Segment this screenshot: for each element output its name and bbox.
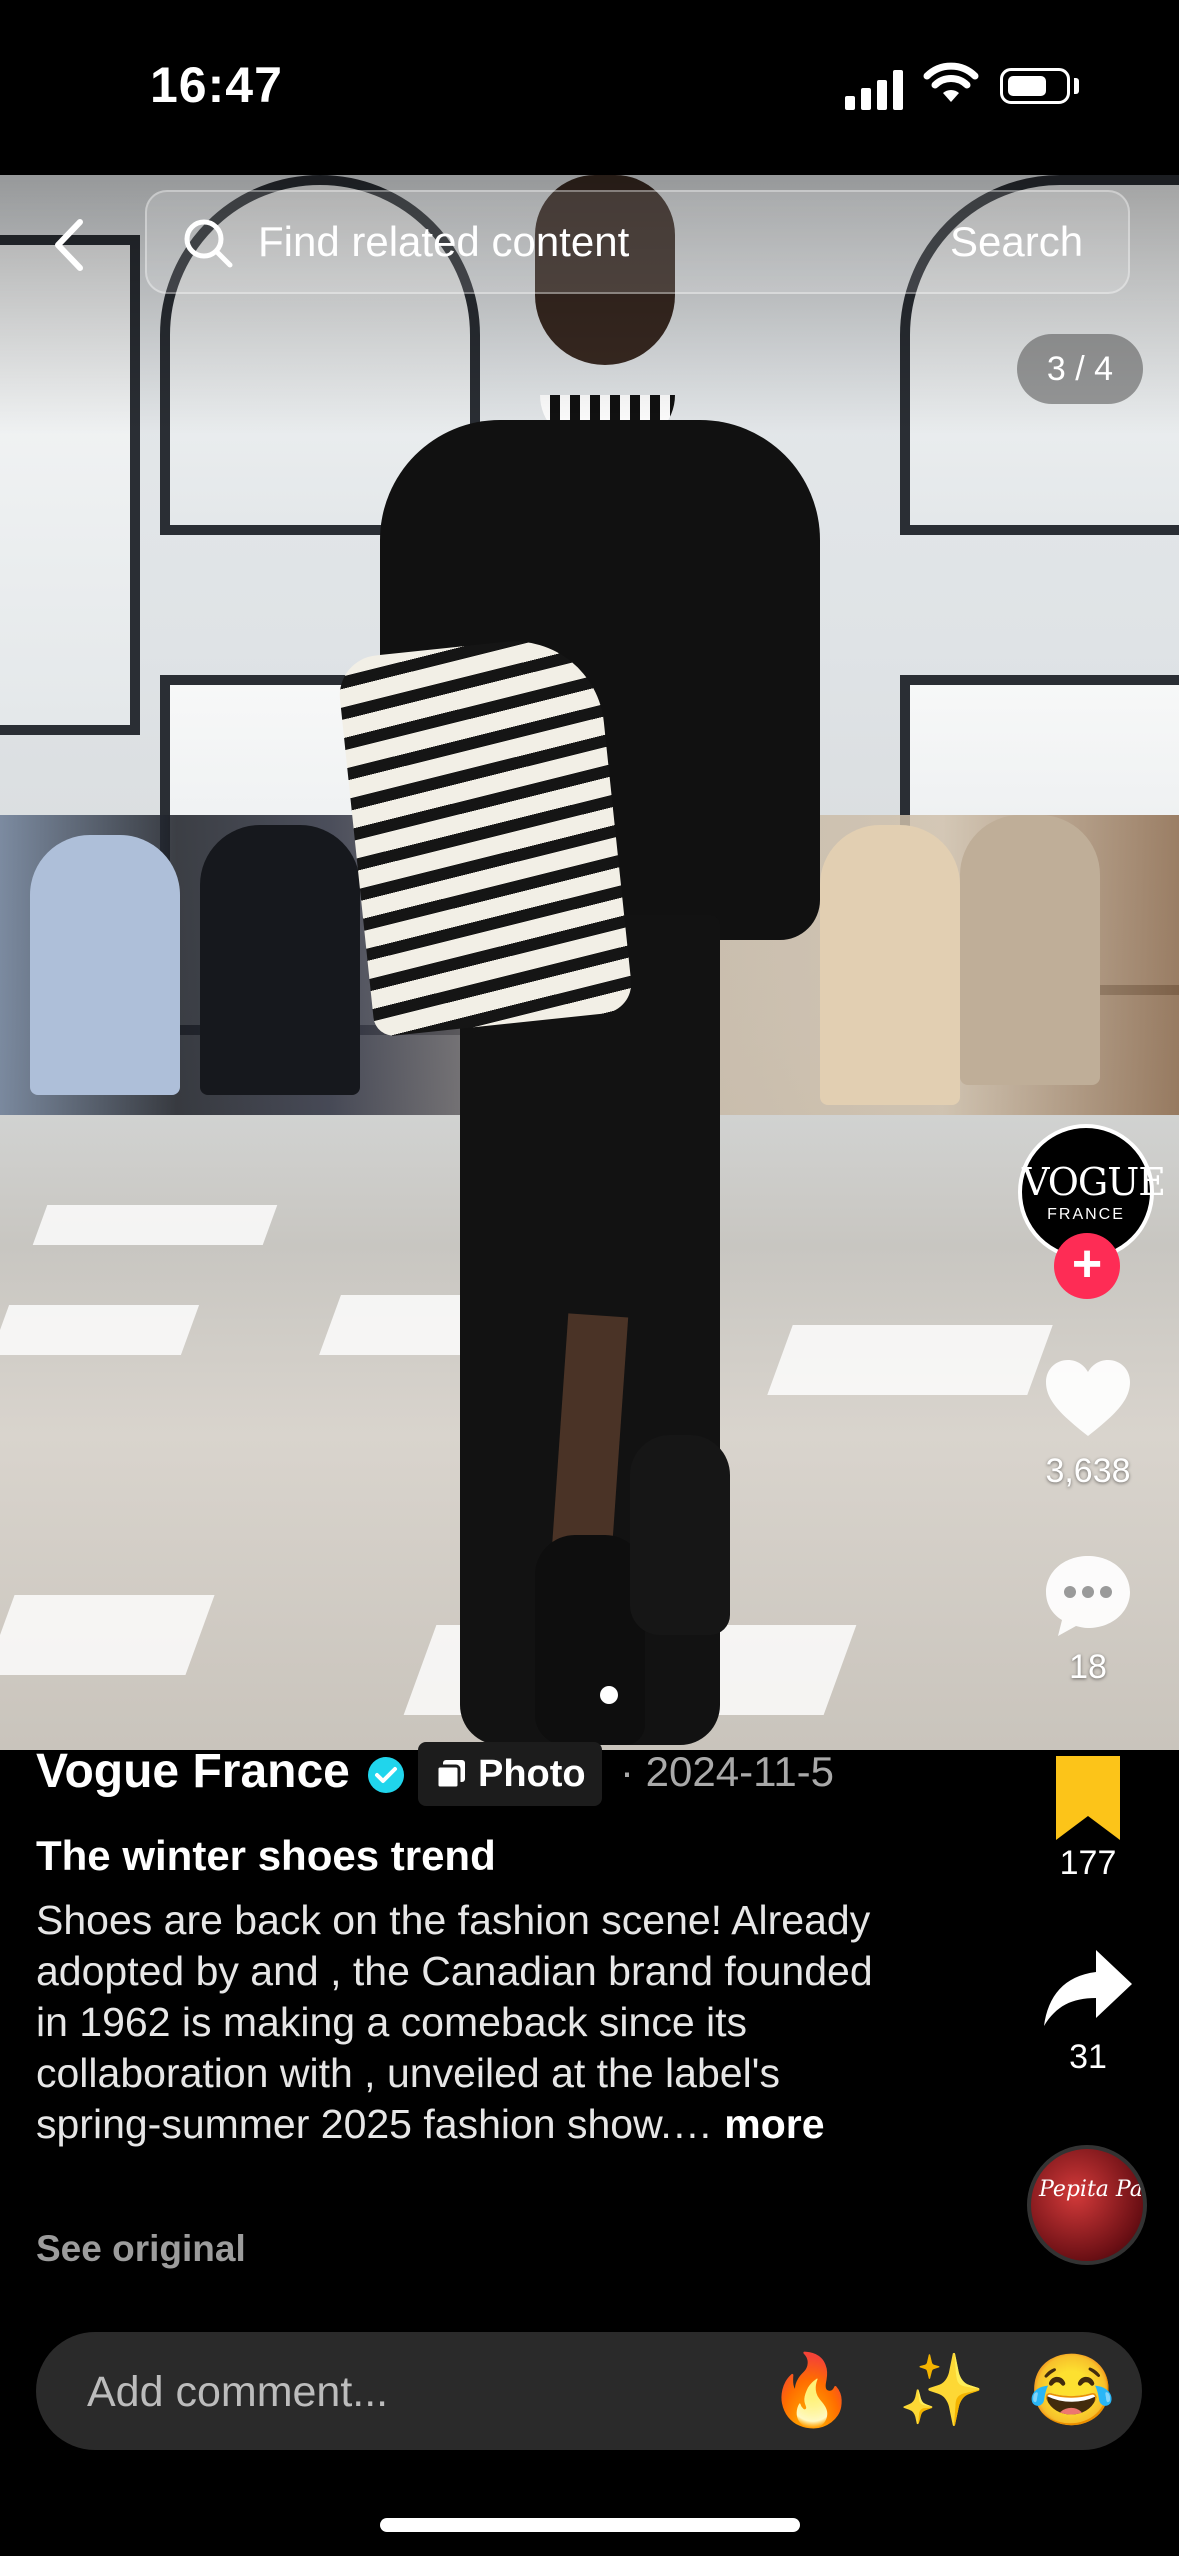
more-link[interactable]: more bbox=[724, 2101, 824, 2147]
follow-button[interactable]: + bbox=[1054, 1233, 1120, 1299]
verified-badge-icon bbox=[368, 1757, 404, 1793]
photo-icon bbox=[435, 1760, 465, 1790]
model-boot bbox=[630, 1435, 730, 1635]
post-date: · 2024-11-5 bbox=[620, 1748, 835, 1795]
audience-person bbox=[200, 825, 360, 1095]
music-disc-avatar[interactable]: Pepita Pa bbox=[1027, 2145, 1147, 2265]
heart-icon[interactable] bbox=[1040, 1352, 1136, 1448]
audience-person bbox=[960, 815, 1100, 1085]
post-title: The winter shoes trend bbox=[36, 1832, 496, 1879]
battery-nub bbox=[1074, 78, 1079, 94]
fire-emoji-button[interactable]: 🔥 bbox=[768, 2342, 855, 2438]
search-input[interactable]: Find related content bbox=[258, 218, 629, 266]
wifi-icon bbox=[923, 62, 979, 102]
music-avatar-text: Pepita Pa bbox=[1039, 2177, 1143, 2202]
like-count: 3,638 bbox=[1045, 1452, 1131, 1490]
avatar-logo-text: VOGUE bbox=[1022, 1160, 1166, 1204]
search-icon bbox=[184, 219, 233, 268]
status-time: 16:47 bbox=[150, 57, 283, 113]
audience-person bbox=[820, 825, 960, 1105]
comment-icon[interactable] bbox=[1040, 1548, 1136, 1644]
battery-icon bbox=[1000, 68, 1070, 104]
save-count: 177 bbox=[1059, 1844, 1117, 1882]
share-count: 31 bbox=[1069, 2038, 1107, 2076]
page-counter: 3 / 4 bbox=[1017, 334, 1143, 404]
post-type-badge: Photo bbox=[418, 1742, 602, 1806]
image-progress-dot bbox=[600, 1686, 618, 1704]
comment-input[interactable]: Add comment... bbox=[87, 2368, 388, 2417]
avatar-subtitle-text: FRANCE bbox=[1047, 1206, 1125, 1223]
see-original-link[interactable]: See original bbox=[36, 2228, 246, 2270]
share-icon[interactable] bbox=[1040, 1942, 1136, 2038]
comment-count: 18 bbox=[1069, 1648, 1107, 1686]
laughing-emoji-button[interactable]: 😂 bbox=[1028, 2342, 1115, 2438]
striped-sweater bbox=[335, 632, 635, 1038]
post-description[interactable]: Shoes are back on the fashion scene! Alr… bbox=[36, 1895, 896, 2150]
sparkles-emoji-button[interactable]: ✨ bbox=[898, 2342, 985, 2438]
floor-light bbox=[0, 1305, 200, 1355]
search-button[interactable]: Search bbox=[950, 218, 1083, 266]
author-name[interactable]: Vogue France bbox=[36, 1744, 350, 1799]
model-boot bbox=[535, 1535, 645, 1745]
post-type-label: Photo bbox=[478, 1752, 586, 1795]
home-indicator bbox=[380, 2518, 800, 2532]
bookmark-icon[interactable] bbox=[1040, 1750, 1136, 1846]
audience-person bbox=[30, 835, 180, 1095]
cellular-signal-icon bbox=[845, 66, 905, 110]
floor-light bbox=[767, 1325, 1053, 1395]
floor-light bbox=[0, 1595, 215, 1675]
back-arrow-icon[interactable] bbox=[40, 210, 100, 280]
floor-light bbox=[32, 1205, 278, 1245]
